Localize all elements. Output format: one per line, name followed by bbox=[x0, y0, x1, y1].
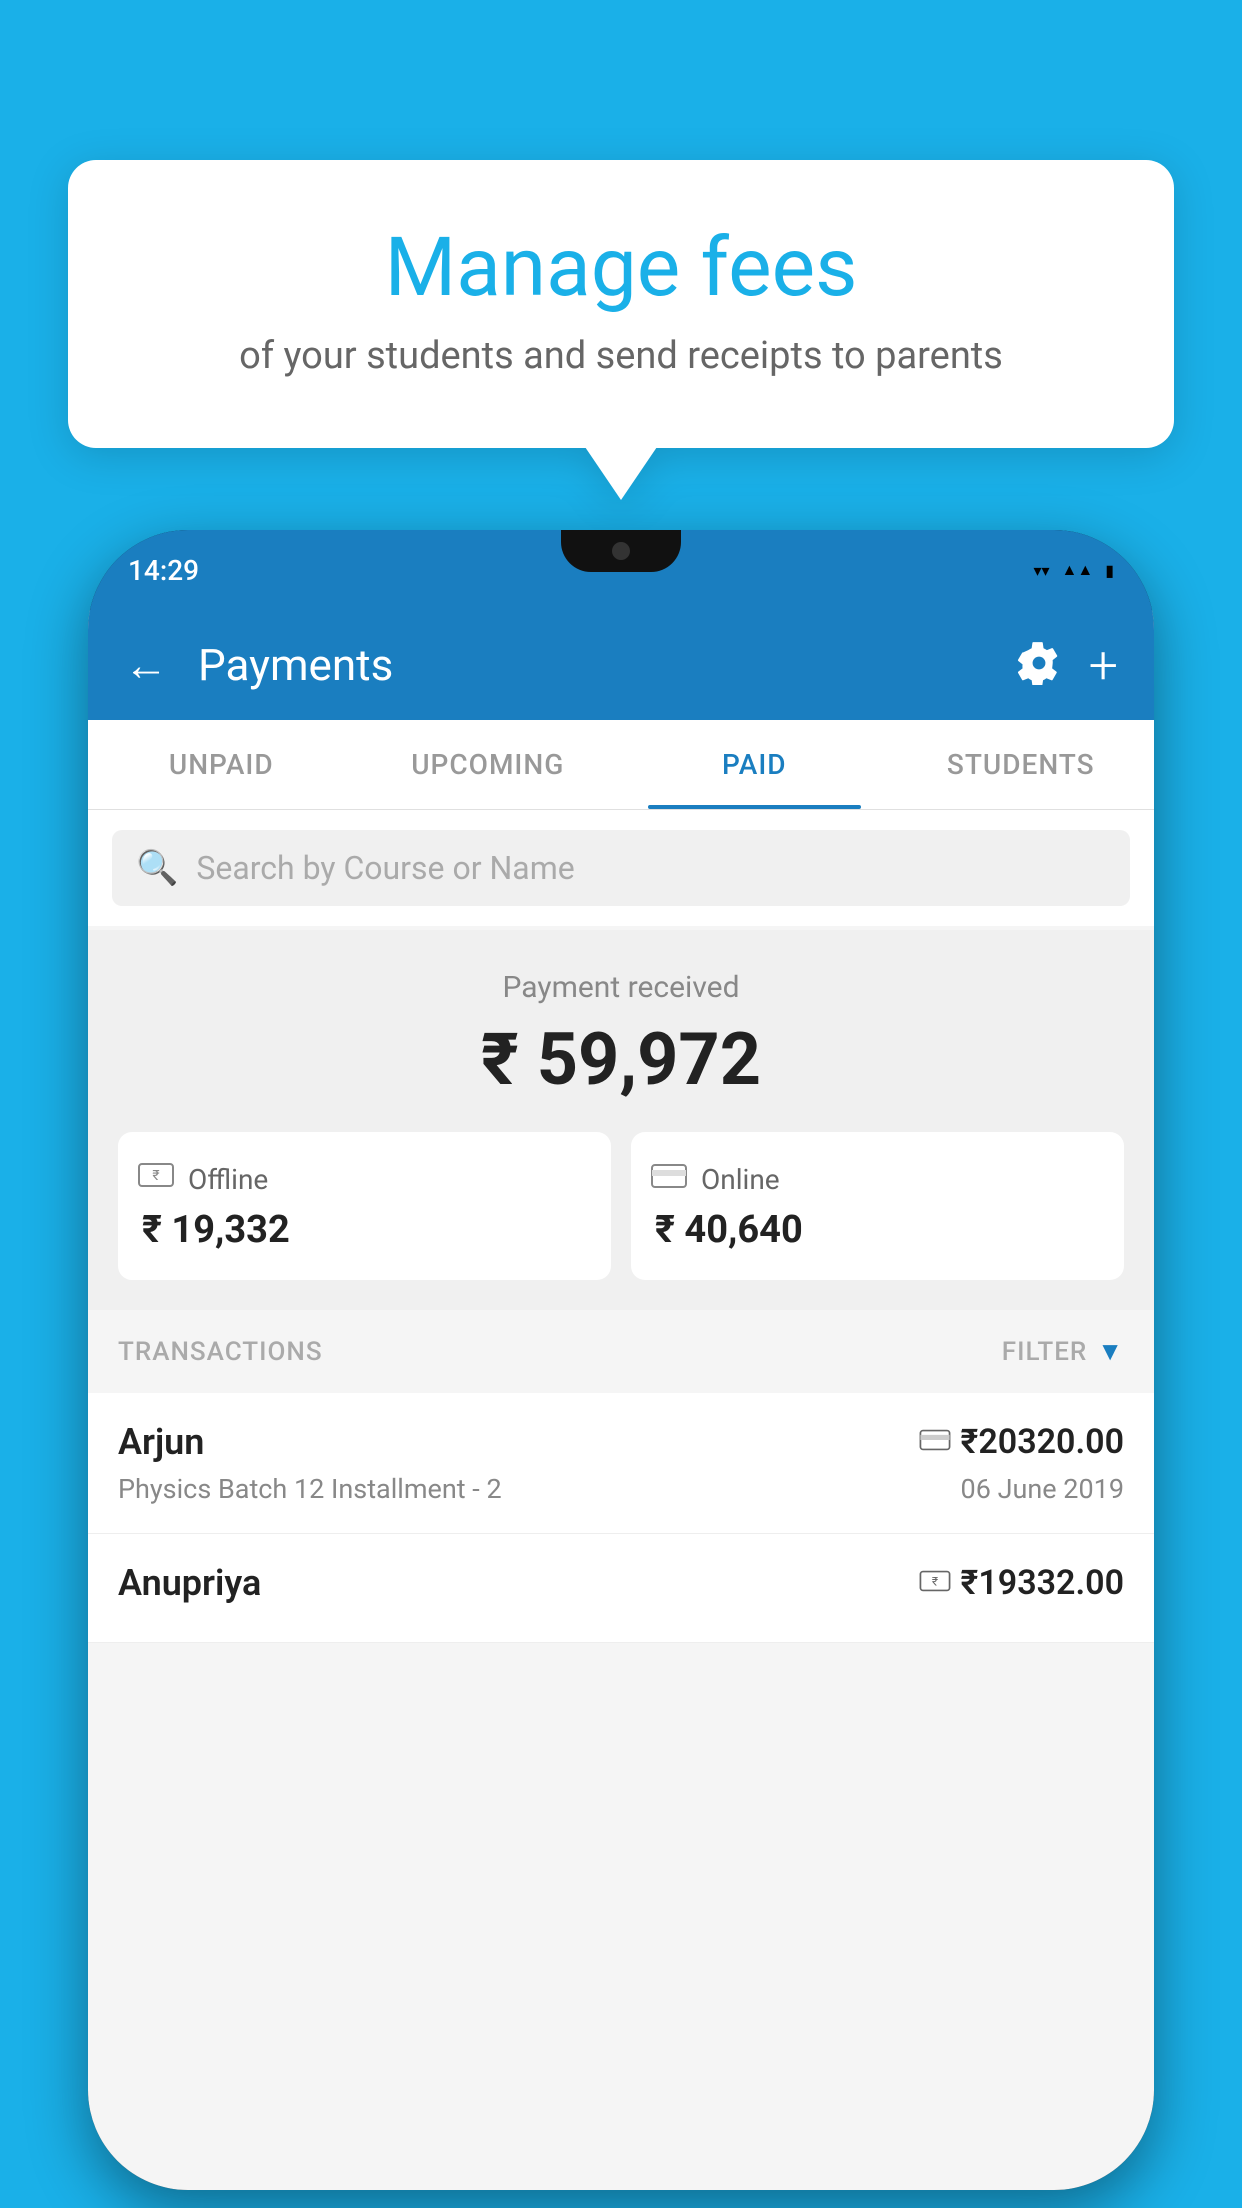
offline-amount: ₹ 19,332 bbox=[138, 1208, 591, 1252]
online-card-header: Online bbox=[651, 1160, 1104, 1198]
transaction-name: Anupriya bbox=[118, 1562, 261, 1604]
payment-cards: ₹ Offline ₹ 19,332 bbox=[118, 1132, 1124, 1280]
transaction-top: Anupriya ₹ ₹19332.00 bbox=[118, 1562, 1124, 1604]
transaction-date: 06 June 2019 bbox=[961, 1473, 1124, 1505]
tab-paid[interactable]: PAID bbox=[621, 720, 888, 809]
top-bar-icons: + bbox=[1017, 635, 1118, 696]
settings-icon[interactable] bbox=[1017, 641, 1061, 689]
online-label: Online bbox=[701, 1163, 780, 1196]
tabs-bar: UNPAID UPCOMING PAID STUDENTS bbox=[88, 720, 1154, 810]
transaction-amount-wrap: ₹ ₹19332.00 bbox=[919, 1563, 1124, 1603]
search-container: 🔍 Search by Course or Name bbox=[88, 810, 1154, 926]
tab-unpaid[interactable]: UNPAID bbox=[88, 720, 355, 809]
status-time: 14:29 bbox=[128, 554, 199, 587]
tab-upcoming[interactable]: UPCOMING bbox=[355, 720, 622, 809]
transaction-top: Arjun ₹20320.00 bbox=[118, 1421, 1124, 1463]
gear-svg bbox=[1017, 641, 1061, 685]
offline-icon: ₹ bbox=[138, 1160, 174, 1198]
transaction-amount: ₹19332.00 bbox=[961, 1563, 1124, 1603]
search-icon: 🔍 bbox=[136, 848, 178, 888]
status-bar: 14:29 ▾▾ ▲▲ ▮ bbox=[88, 530, 1154, 610]
payment-received-label: Payment received bbox=[118, 970, 1124, 1005]
offline-card: ₹ Offline ₹ 19,332 bbox=[118, 1132, 611, 1280]
transaction-course: Physics Batch 12 Installment - 2 bbox=[118, 1473, 502, 1505]
camera-dot bbox=[612, 542, 630, 560]
filter-icon: ▼ bbox=[1097, 1336, 1124, 1367]
svg-text:₹: ₹ bbox=[931, 1574, 937, 1588]
transactions-header: TRANSACTIONS FILTER ▼ bbox=[88, 1310, 1154, 1393]
rupee-icon-svg: ₹ bbox=[919, 1569, 951, 1593]
filter-label: FILTER bbox=[1002, 1337, 1087, 1367]
transaction-amount: ₹20320.00 bbox=[961, 1422, 1124, 1462]
transaction-name: Arjun bbox=[118, 1421, 204, 1463]
top-bar: ← Payments + bbox=[88, 610, 1154, 720]
credit-card-icon bbox=[651, 1160, 687, 1198]
page-title: Payments bbox=[198, 639, 987, 691]
speech-bubble: Manage fees of your students and send re… bbox=[68, 160, 1174, 448]
wifi-icon: ▾▾ bbox=[1033, 561, 1049, 580]
tab-students[interactable]: STUDENTS bbox=[888, 720, 1155, 809]
search-input[interactable]: Search by Course or Name bbox=[196, 849, 574, 887]
online-payment-icon bbox=[919, 1428, 951, 1456]
offline-card-header: ₹ Offline bbox=[138, 1160, 591, 1198]
search-bar[interactable]: 🔍 Search by Course or Name bbox=[112, 830, 1130, 906]
status-icons: ▾▾ ▲▲ ▮ bbox=[1033, 560, 1114, 580]
offline-label: Offline bbox=[188, 1163, 268, 1196]
svg-text:₹: ₹ bbox=[152, 1168, 159, 1184]
phone-notch bbox=[561, 530, 681, 572]
payment-total-amount: ₹ 59,972 bbox=[118, 1017, 1124, 1102]
add-button[interactable]: + bbox=[1089, 635, 1118, 696]
table-row[interactable]: Anupriya ₹ ₹19332.00 bbox=[88, 1534, 1154, 1643]
app-screen: ← Payments + UNPAID UPCOMING PAID STUDEN… bbox=[88, 610, 1154, 2190]
transactions-label: TRANSACTIONS bbox=[118, 1337, 323, 1367]
card-icon-svg bbox=[919, 1428, 951, 1452]
offline-payment-icon: ₹ bbox=[919, 1569, 951, 1597]
filter-button[interactable]: FILTER ▼ bbox=[1002, 1336, 1124, 1367]
signal-icon: ▲▲ bbox=[1062, 560, 1094, 580]
payment-summary: Payment received ₹ 59,972 ₹ Offline bbox=[88, 930, 1154, 1310]
battery-icon: ▮ bbox=[1105, 561, 1114, 580]
bubble-subtitle: of your students and send receipts to pa… bbox=[118, 334, 1124, 378]
transaction-amount-wrap: ₹20320.00 bbox=[919, 1422, 1124, 1462]
table-row[interactable]: Arjun ₹20320.00 Physics Batch 12 Install… bbox=[88, 1393, 1154, 1534]
back-button[interactable]: ← bbox=[124, 639, 168, 691]
card-svg bbox=[651, 1162, 687, 1190]
online-amount: ₹ 40,640 bbox=[651, 1208, 1104, 1252]
bubble-title: Manage fees bbox=[118, 220, 1124, 316]
phone-frame: 14:29 ▾▾ ▲▲ ▮ ← Payments + bbox=[88, 530, 1154, 2190]
transaction-bottom: Physics Batch 12 Installment - 2 06 June… bbox=[118, 1473, 1124, 1505]
online-card: Online ₹ 40,640 bbox=[631, 1132, 1124, 1280]
rupee-note-svg: ₹ bbox=[138, 1160, 174, 1190]
